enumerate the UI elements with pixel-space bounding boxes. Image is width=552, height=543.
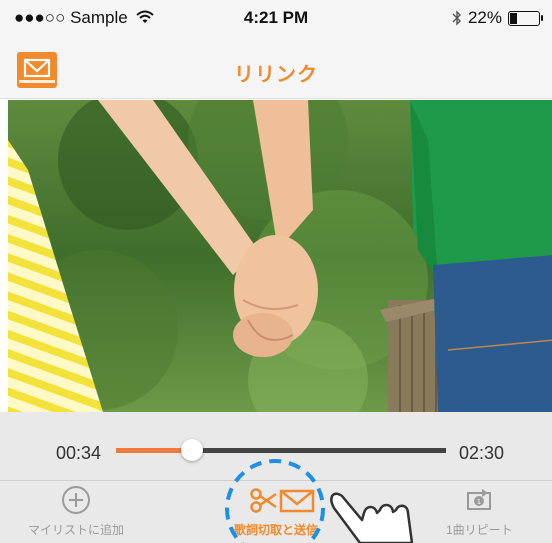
toolbar-divider	[0, 480, 552, 481]
status-bar: ●●●○○ Sample 4:21 PM 22%	[0, 0, 552, 38]
photo-illustration	[8, 100, 552, 412]
repeat-one-label: 1曲リピート	[446, 523, 513, 537]
battery-fill	[510, 12, 517, 24]
player-panel: 00:34 02:30 マイリストに追加 歌詞切取と送信 1 1曲リピート	[0, 412, 552, 543]
battery-icon	[508, 10, 543, 26]
bluetooth-icon	[452, 10, 461, 26]
hero-photo	[8, 100, 552, 412]
battery-percent: 22%	[467, 8, 502, 27]
app-title: リリンク	[234, 64, 318, 86]
progress-track[interactable]	[116, 448, 446, 453]
scissors-envelope-icon	[250, 488, 315, 513]
progress-knob[interactable]	[180, 439, 203, 461]
plus-circle-icon	[62, 486, 90, 514]
svg-text:1: 1	[477, 499, 481, 506]
current-time: 00:34	[56, 443, 102, 463]
nav-bar: リリンク	[0, 38, 552, 99]
envelope-icon	[279, 489, 315, 513]
repeat-one-tab[interactable]: 1 1曲リピート	[446, 485, 513, 538]
repeat-one-icon: 1	[467, 489, 492, 510]
add-to-mylist-tab[interactable]: マイリストに追加	[28, 485, 124, 538]
total-time: 02:30	[458, 443, 504, 463]
cut-and-send-label: 歌詞切取と送信	[234, 523, 319, 537]
add-to-mylist-label: マイリストに追加	[28, 523, 125, 537]
cut-and-send-tab[interactable]: 歌詞切取と送信	[234, 485, 318, 538]
status-right: 22%	[452, 8, 543, 28]
scissors-icon	[250, 488, 277, 513]
